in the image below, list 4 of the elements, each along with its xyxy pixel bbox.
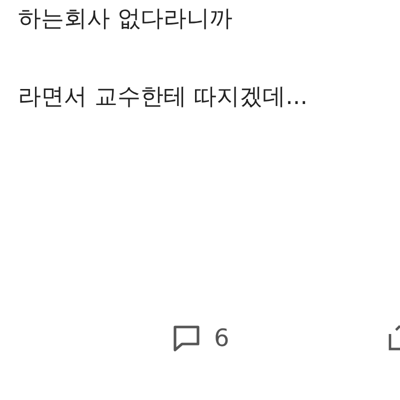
comment-icon[interactable] — [172, 324, 202, 352]
comment-count: 6 — [214, 324, 230, 352]
post-text: 라면서 교수한테 따지겠데... — [18, 83, 309, 112]
post-text: 하는회사 없다라니까 — [18, 5, 234, 34]
